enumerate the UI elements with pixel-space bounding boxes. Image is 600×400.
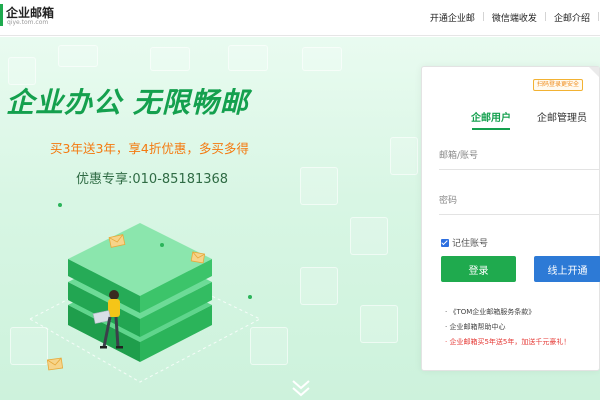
nav-intro[interactable]: 企邮介绍 xyxy=(547,11,597,24)
envelope-icon xyxy=(190,251,206,264)
remember-label: 记住账号 xyxy=(452,239,489,249)
service-terms-link[interactable]: · 《TOM企业邮箱服务条款》 xyxy=(445,305,570,320)
qr-login-corner[interactable] xyxy=(589,67,599,77)
envelope-icon xyxy=(46,357,64,371)
scan-login-badge[interactable]: 扫码登录更安全 xyxy=(533,79,584,91)
isometric-illustration xyxy=(28,203,262,383)
hero-headline: 企业办公 无限畅邮 xyxy=(6,86,249,119)
online-open-button[interactable]: 线上开通 xyxy=(534,256,600,282)
decor-square xyxy=(228,45,268,71)
tab-mail-admin[interactable]: 企邮管理员 xyxy=(537,109,587,124)
decor-square xyxy=(58,45,98,67)
nav-wechat-mail[interactable]: 微信端收发 xyxy=(485,11,544,24)
hero-promo: 买3年送3年，享4折优惠，多买多得 xyxy=(50,141,249,156)
decor-square xyxy=(150,47,190,71)
top-nav: 开通企业邮 | 微信端收发 | 企邮介绍 | xyxy=(423,10,600,24)
login-button[interactable]: 登录 xyxy=(441,256,516,282)
decor-dot xyxy=(58,203,62,207)
promo-link[interactable]: · 企业邮箱买5年送5年，加送千元豪礼！ xyxy=(445,335,570,350)
remember-account[interactable]: 记住账号 xyxy=(441,236,488,249)
logo-domain: qiye.tom.com xyxy=(7,19,49,26)
decor-dot xyxy=(248,295,252,299)
account-input[interactable] xyxy=(439,142,600,170)
help-links: · 《TOM企业邮箱服务条款》 · 企业邮箱帮助中心 · 企业邮箱买5年送5年，… xyxy=(445,305,570,350)
login-panel: 扫码登录更安全 企邮用户 企邮管理员 记住账号 登录 线上开通 · 《TOM企业… xyxy=(421,66,600,371)
decor-square xyxy=(390,137,418,175)
checkbox-icon[interactable] xyxy=(441,238,449,247)
chevron-down-icon[interactable] xyxy=(290,377,312,399)
password-input[interactable] xyxy=(439,187,600,215)
active-tab-indicator xyxy=(472,128,510,130)
nav-open-enterprise-mail[interactable]: 开通企业邮 xyxy=(423,11,482,24)
help-center-link[interactable]: · 企业邮箱帮助中心 xyxy=(445,320,570,335)
decor-square xyxy=(302,47,342,71)
decor-dot xyxy=(160,243,164,247)
logo-mark xyxy=(0,4,3,26)
hero-hotline: 优惠专享:010-85181368 xyxy=(76,172,229,187)
top-header: 企业邮箱 qiye.tom.com 开通企业邮 | 微信端收发 | 企邮介绍 | xyxy=(0,0,600,36)
tab-mail-user[interactable]: 企邮用户 xyxy=(471,109,511,124)
